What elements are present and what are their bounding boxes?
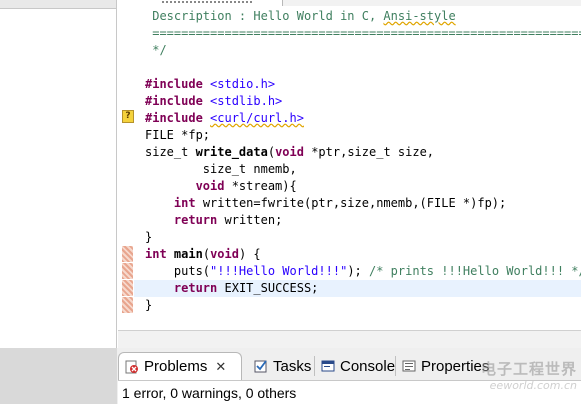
properties-icon bbox=[402, 359, 416, 373]
code-line[interactable]: #include <curl/curl.h> bbox=[145, 110, 581, 127]
code-line[interactable]: int main(void) { bbox=[145, 246, 581, 263]
error-marker-icon[interactable] bbox=[122, 246, 133, 262]
code-line[interactable] bbox=[145, 59, 581, 76]
editor-tab[interactable] bbox=[121, 0, 283, 6]
editor-gutter: ? bbox=[118, 0, 134, 330]
project-explorer-panel bbox=[0, 0, 117, 348]
editor-bottom-border bbox=[118, 330, 581, 348]
code-token: Ansi-style bbox=[383, 9, 456, 23]
problems-summary: 1 error, 0 warnings, 0 others bbox=[122, 385, 297, 401]
tab-console[interactable]: Console bbox=[315, 352, 395, 380]
code-line[interactable]: #include <stdio.h> bbox=[145, 76, 581, 93]
code-token: ); bbox=[347, 264, 369, 278]
error-marker-icon[interactable] bbox=[122, 280, 133, 296]
tab-problems-label: Problems bbox=[144, 358, 208, 375]
code-line[interactable]: } bbox=[145, 297, 581, 314]
code-line[interactable]: */ bbox=[145, 42, 581, 59]
tab-tasks[interactable]: Tasks bbox=[248, 352, 314, 380]
code-token: #include bbox=[145, 77, 203, 91]
tasks-icon bbox=[254, 359, 268, 373]
code-token: size_t bbox=[145, 145, 196, 159]
code-token: <curl/curl.h> bbox=[210, 111, 304, 125]
code-line[interactable]: Description : Hello World in C, Ansi-sty… bbox=[145, 8, 581, 25]
code-token: *stream){ bbox=[224, 179, 297, 193]
code-token: ) { bbox=[238, 247, 261, 261]
error-marker-icon[interactable] bbox=[122, 263, 133, 279]
tab-properties-label: Properties bbox=[421, 357, 490, 375]
code-token: *ptr,size_t size, bbox=[303, 145, 435, 159]
close-icon[interactable]: ✕ bbox=[215, 359, 226, 375]
code-token: int bbox=[173, 196, 196, 210]
code-token: #include bbox=[145, 111, 203, 125]
code-token: ( bbox=[267, 145, 276, 159]
views-panel: Problems ✕ Tasks Console Properties 1 er… bbox=[0, 348, 581, 404]
watermark-logo: 电子工程世界 eeworld.com.cn bbox=[481, 358, 577, 392]
code-line[interactable]: ========================================… bbox=[145, 25, 581, 42]
code-token: ( bbox=[202, 247, 211, 261]
code-token: "!!!Hello World!!!" bbox=[210, 264, 348, 278]
code-line[interactable]: puts("!!!Hello World!!!"); /* prints !!!… bbox=[145, 263, 581, 280]
console-icon bbox=[321, 359, 335, 373]
error-marker-icon[interactable] bbox=[122, 297, 133, 313]
code-token: } bbox=[145, 298, 153, 312]
code-token: written=fwrite(ptr,size,nmemb,(FILE *)fp… bbox=[195, 196, 507, 210]
code-editor[interactable]: ? Description : Hello World in C, Ansi-s… bbox=[118, 0, 581, 330]
code-line[interactable]: return written; bbox=[145, 212, 581, 229]
code-token: void bbox=[195, 179, 225, 193]
code-token: EXIT_SUCCESS; bbox=[217, 281, 319, 295]
tab-console-label: Console bbox=[340, 357, 396, 375]
code-token: FILE *fp; bbox=[145, 128, 211, 142]
code-token: return bbox=[173, 281, 218, 295]
code-line[interactable]: return EXIT_SUCCESS; bbox=[145, 280, 581, 297]
left-panel-bottom bbox=[0, 348, 117, 404]
code-token: void bbox=[275, 145, 304, 159]
warning-marker-icon[interactable]: ? bbox=[122, 110, 134, 123]
code-token: write_data bbox=[195, 145, 268, 159]
code-token: } bbox=[145, 230, 153, 244]
tab-tasks-label: Tasks bbox=[273, 357, 312, 375]
code-line[interactable]: void *stream){ bbox=[145, 178, 581, 195]
code-token: written; bbox=[217, 213, 283, 227]
code-token: size_t nmemb, bbox=[145, 162, 297, 176]
code-token: int bbox=[145, 247, 167, 261]
code-token: <stdlib.h> bbox=[210, 94, 283, 108]
code-token: void bbox=[210, 247, 239, 261]
code-token: Description : Hello World in C, bbox=[145, 9, 384, 23]
code-line[interactable]: size_t nmemb, bbox=[145, 161, 581, 178]
code-token: <stdio.h> bbox=[210, 77, 276, 91]
code-token: ========================================… bbox=[152, 26, 581, 40]
code-token: #include bbox=[145, 94, 203, 108]
code-line[interactable]: size_t write_data(void *ptr,size_t size, bbox=[145, 144, 581, 161]
code-token: main bbox=[173, 247, 203, 261]
tab-problems[interactable]: Problems ✕ bbox=[118, 352, 242, 380]
code-text[interactable]: Description : Hello World in C, Ansi-sty… bbox=[145, 8, 581, 314]
code-token: */ bbox=[145, 43, 167, 57]
code-token: return bbox=[173, 213, 218, 227]
editor-tab-strip bbox=[118, 0, 581, 6]
code-line[interactable]: #include <stdlib.h> bbox=[145, 93, 581, 110]
code-line[interactable]: int written=fwrite(ptr,size,nmemb,(FILE … bbox=[145, 195, 581, 212]
watermark-text: 电子工程世界 bbox=[480, 360, 577, 378]
watermark-url: eeworld.com.cn bbox=[489, 379, 577, 392]
project-explorer-header bbox=[0, 0, 116, 9]
code-line[interactable]: } bbox=[145, 229, 581, 246]
code-token: puts( bbox=[145, 264, 211, 278]
code-line[interactable]: FILE *fp; bbox=[145, 127, 581, 144]
problems-icon bbox=[125, 360, 139, 374]
code-token: /* prints !!!Hello World!!! */ bbox=[369, 264, 581, 278]
